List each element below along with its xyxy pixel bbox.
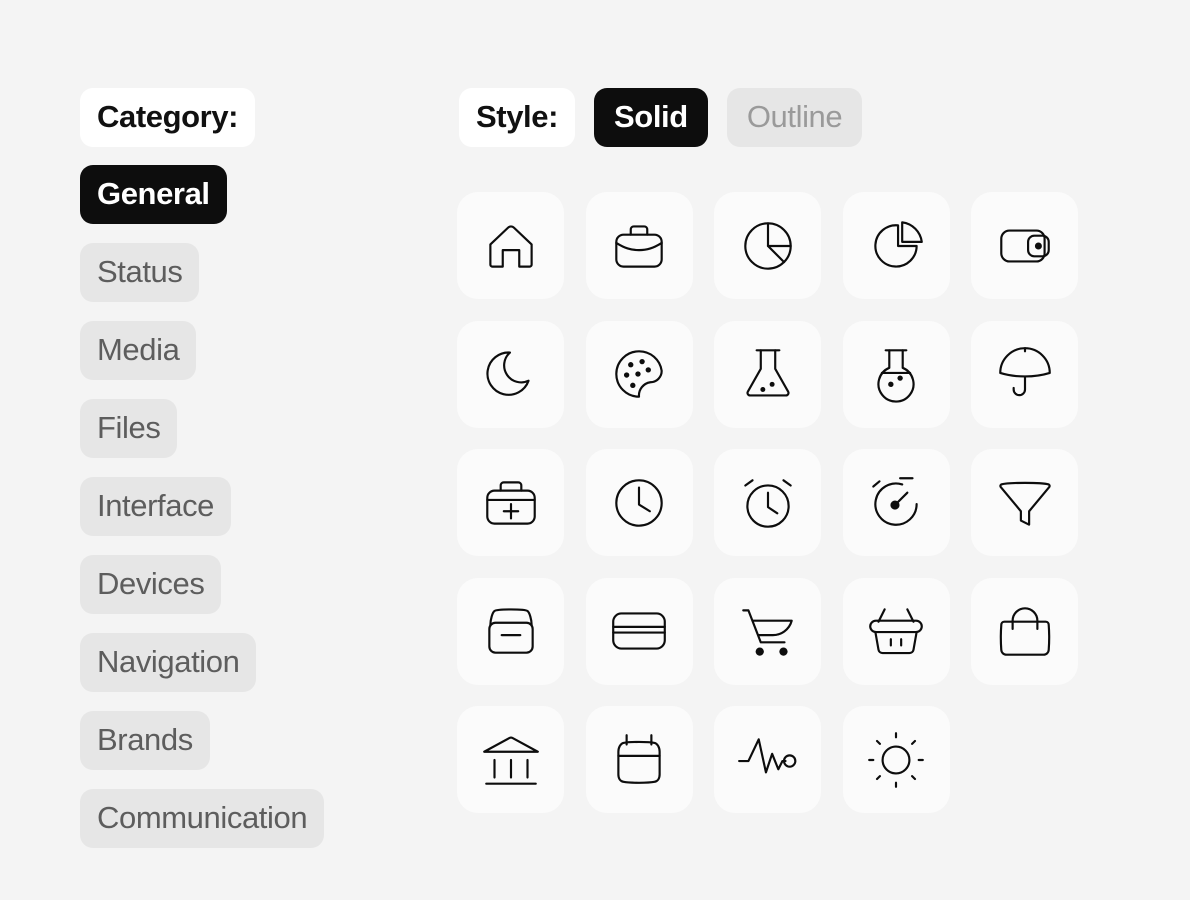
category-heading: Category: — [80, 88, 256, 147]
cookie-icon — [615, 350, 663, 398]
icon-tile-pie-chart-slice[interactable] — [842, 192, 950, 299]
icon-tile-moon[interactable] — [457, 320, 564, 428]
sidebar-item-general[interactable]: General — [80, 165, 227, 224]
icon-tile-pulse[interactable] — [714, 706, 821, 813]
bank-icon — [482, 735, 539, 785]
moon-icon — [485, 351, 530, 396]
first-aid-kit-icon — [485, 480, 536, 525]
clock-icon — [615, 478, 663, 527]
icon-tile-clock[interactable] — [585, 449, 693, 556]
credit-card-icon — [612, 612, 666, 650]
round-flask-icon — [877, 349, 915, 403]
shopping-bag-icon — [999, 607, 1050, 656]
calendar-icon — [617, 733, 661, 784]
icon-tile-shopping-cart[interactable] — [714, 577, 821, 685]
icon-tile-sun[interactable] — [842, 706, 950, 813]
icon-tile-flask[interactable] — [714, 320, 821, 428]
sidebar-item-status[interactable]: Status — [80, 243, 200, 302]
home-icon — [488, 224, 533, 268]
sidebar-item-interface[interactable]: Interface — [80, 477, 232, 536]
box-icon — [487, 608, 534, 654]
icon-tile-bank[interactable] — [457, 706, 564, 813]
icon-tile-alarm-clock[interactable] — [714, 449, 821, 556]
icon-tile-pie-chart[interactable] — [714, 192, 821, 299]
sidebar-item-navigation[interactable]: Navigation — [80, 633, 257, 692]
sidebar-item-communication[interactable]: Communication — [80, 789, 325, 848]
icon-tile-round-flask[interactable] — [842, 320, 950, 428]
icon-tile-box[interactable] — [457, 577, 564, 685]
style-option-outline[interactable]: Outline — [726, 88, 863, 147]
sidebar-item-devices[interactable]: Devices — [80, 555, 222, 614]
icon-tile-calendar[interactable] — [585, 706, 693, 813]
sidebar-item-media[interactable]: Media — [80, 321, 197, 380]
icon-tile-credit-card[interactable] — [585, 577, 693, 685]
flask-icon — [745, 349, 790, 397]
icon-tile-home[interactable] — [457, 192, 564, 299]
icon-library-page: Category: General Status Media Files Int… — [0, 0, 1190, 900]
pie-chart-icon — [743, 221, 792, 270]
sidebar-item-files[interactable]: Files — [80, 399, 178, 458]
style-toggle: Style: Solid Outline — [459, 88, 863, 147]
sun-icon — [868, 731, 924, 788]
pulse-icon — [737, 737, 796, 773]
icon-tile-funnel[interactable] — [971, 449, 1078, 556]
icon-tile-wallet[interactable] — [971, 192, 1078, 299]
wallet-icon — [999, 228, 1050, 263]
icon-tile-stopwatch[interactable] — [842, 449, 950, 556]
shopping-basket-icon — [869, 608, 923, 655]
funnel-icon — [998, 481, 1051, 526]
icon-tile-umbrella[interactable] — [971, 320, 1078, 428]
shopping-cart-icon — [741, 609, 793, 656]
style-option-solid[interactable]: Solid — [594, 88, 708, 147]
style-label: Style: — [459, 88, 576, 147]
alarm-clock-icon — [743, 478, 792, 528]
stopwatch-icon — [872, 476, 918, 526]
briefcase-icon — [615, 224, 663, 268]
icon-tile-shopping-bag[interactable] — [971, 577, 1078, 685]
umbrella-icon — [998, 347, 1051, 397]
category-sidebar: Category: General Status Media Files Int… — [80, 88, 325, 848]
icon-tile-first-aid-kit[interactable] — [457, 449, 564, 556]
icon-tile-cookie[interactable] — [585, 320, 693, 428]
pie-chart-slice-icon — [874, 220, 923, 268]
icon-grid — [457, 192, 1078, 813]
icon-tile-shopping-basket[interactable] — [842, 577, 950, 685]
sidebar-item-brands[interactable]: Brands — [80, 711, 210, 770]
icon-tile-briefcase[interactable] — [585, 192, 693, 299]
